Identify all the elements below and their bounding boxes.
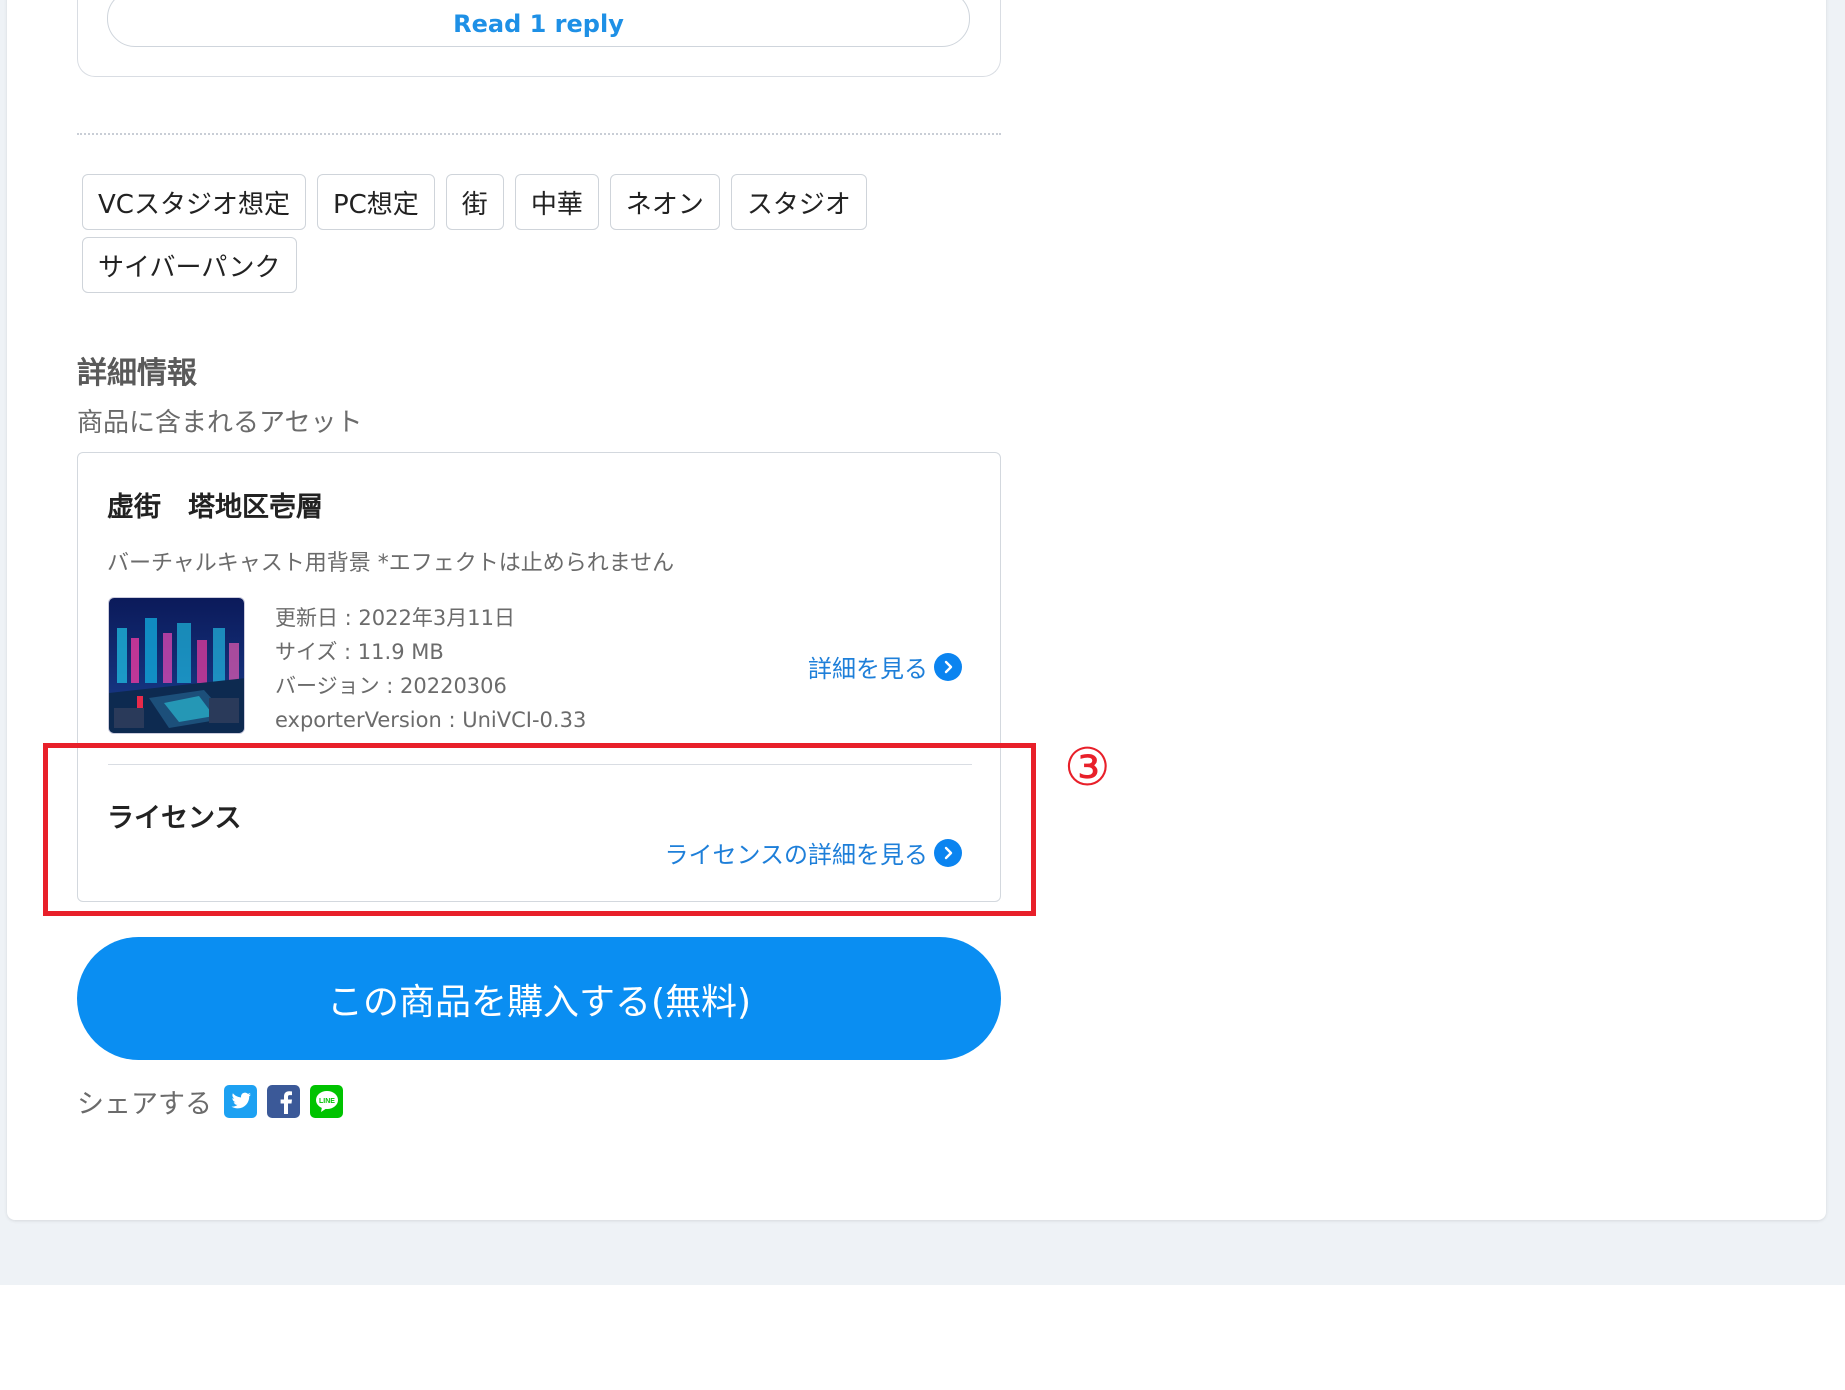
view-details-label: 詳細を見る xyxy=(808,655,928,683)
asset-title: 虚街 塔地区壱層 xyxy=(107,492,323,523)
annotation-step-number: ③ xyxy=(1064,738,1111,798)
purchase-button[interactable]: この商品を購入する(無料) xyxy=(77,937,1001,1060)
assets-subheading: 商品に含まれるアセット xyxy=(77,408,363,438)
version: バージョン : 20220306 xyxy=(275,674,507,698)
tag-item[interactable]: VCスタジオ想定 xyxy=(82,174,306,230)
file-size: サイズ : 11.9 MB xyxy=(275,640,444,664)
chevron-right-icon xyxy=(934,652,962,681)
details-heading: 詳細情報 xyxy=(77,356,197,391)
facebook-icon[interactable] xyxy=(267,1084,300,1118)
line-icon[interactable]: LINE xyxy=(310,1084,343,1118)
tag-item[interactable]: サイバーパンク xyxy=(82,237,297,293)
asset-meta: 更新日 : 2022年3月11日 サイズ : 11.9 MB バージョン : 2… xyxy=(275,601,586,737)
read-reply-button[interactable]: Read 1 reply xyxy=(107,0,970,47)
tag-item[interactable]: スタジオ xyxy=(730,174,867,230)
tag-item[interactable]: 中華 xyxy=(514,174,599,230)
annotation-highlight-box xyxy=(43,743,1036,916)
svg-text:LINE: LINE xyxy=(319,1098,335,1105)
view-details-link[interactable]: 詳細を見る xyxy=(808,649,962,684)
exporter-version: exporterVersion : UniVCI-0.33 xyxy=(275,708,587,732)
twitter-icon[interactable] xyxy=(224,1084,257,1118)
section-divider xyxy=(77,133,1001,135)
tag-item[interactable]: PC想定 xyxy=(316,174,435,230)
tag-list: VCスタジオ想定 PC想定 街 中華 ネオン スタジオ サイバーパンク xyxy=(82,174,982,293)
share-bar: シェアする LINE xyxy=(77,1083,343,1120)
tag-item[interactable]: 街 xyxy=(445,174,504,230)
updated-date: 更新日 : 2022年3月11日 xyxy=(275,606,515,630)
share-label: シェアする xyxy=(77,1088,212,1120)
tag-item[interactable]: ネオン xyxy=(609,174,720,230)
asset-description: バーチャルキャスト用背景 *エフェクトは止められません xyxy=(107,551,675,576)
asset-thumbnail xyxy=(108,597,245,734)
